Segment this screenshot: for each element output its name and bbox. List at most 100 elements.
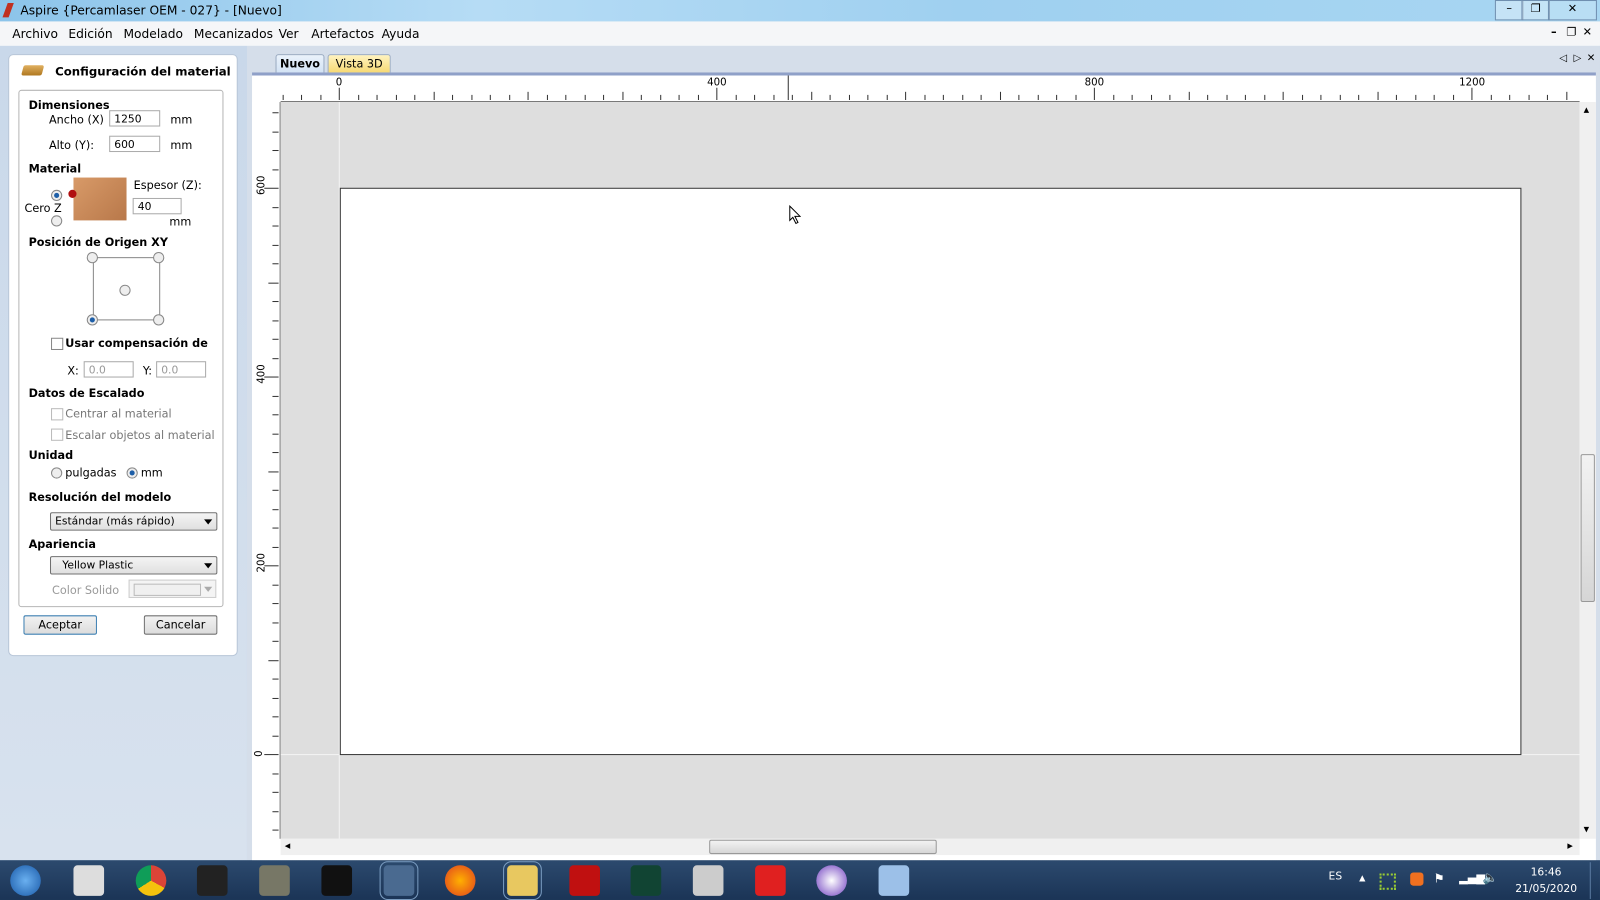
snipping-tool-icon[interactable]: [692, 865, 724, 896]
accept-button[interactable]: Aceptar: [23, 615, 97, 635]
menu-bar: Archivo Edición Modelado Mecanizados Ver…: [0, 21, 1600, 46]
acrobat-icon[interactable]: [568, 865, 600, 896]
origin-bottom-left-radio[interactable]: [86, 314, 98, 326]
thickness-label: Espesor (Z):: [133, 178, 202, 192]
clock-time[interactable]: 16:46: [1531, 866, 1562, 878]
app-red-m-icon[interactable]: [754, 865, 786, 896]
ruler-tick: [1150, 94, 1152, 100]
scroll-right-icon[interactable]: ▶: [1567, 842, 1573, 850]
ruler-tick: [272, 810, 279, 812]
center-material-checkbox[interactable]: [51, 408, 64, 421]
resolution-select[interactable]: Estándar (más rápido): [49, 512, 218, 531]
avast-icon[interactable]: [1410, 872, 1424, 886]
language-indicator[interactable]: ES: [1329, 870, 1343, 882]
aspire-logo-icon: [2, 3, 14, 18]
width-input[interactable]: 1250: [109, 110, 161, 127]
vertical-scrollbar[interactable]: ▲ ▼: [1579, 102, 1596, 839]
show-desktop-button[interactable]: [1589, 862, 1600, 899]
horizontal-scroll-thumb[interactable]: [709, 839, 937, 855]
offset-checkbox[interactable]: [51, 337, 64, 350]
firefox-icon[interactable]: [445, 865, 476, 896]
mdi-close-button[interactable]: ✕: [1583, 26, 1592, 39]
origin-top-left-radio[interactable]: [86, 252, 98, 264]
ruler-tick: [470, 94, 472, 100]
inches-radio[interactable]: [51, 467, 63, 479]
ruler-tick: [735, 94, 737, 100]
ruler-tick: [272, 621, 279, 623]
tray-app-icon[interactable]: [1379, 873, 1396, 890]
ruler-tick: [565, 94, 567, 100]
close-tab-icon[interactable]: ✕: [1587, 53, 1596, 64]
thickness-input[interactable]: 40: [132, 197, 182, 215]
height-input[interactable]: 600: [109, 135, 161, 153]
ruler-tick: [1565, 91, 1567, 100]
ruler-tick: [272, 772, 279, 774]
origin-top-right-radio[interactable]: [153, 252, 165, 264]
ruler-tick: [829, 94, 831, 100]
menu-ver[interactable]: Ver: [279, 27, 299, 41]
volume-icon[interactable]: 🔈: [1483, 870, 1498, 884]
horizontal-scrollbar[interactable]: ◀ ▶: [280, 838, 1580, 856]
mdi-minimize-button[interactable]: –: [1551, 26, 1557, 39]
calculator-icon[interactable]: [878, 865, 910, 896]
gimp-icon[interactable]: [259, 865, 290, 896]
center-material-label: Centrar al material: [65, 407, 172, 421]
ruler-tick: [584, 94, 586, 100]
ruler-tick: [1395, 94, 1397, 100]
minimize-button[interactable]: –: [1494, 0, 1524, 21]
tab-scroll-left-icon[interactable]: ◁: [1559, 53, 1567, 64]
appearance-select[interactable]: Yellow Plastic: [49, 556, 218, 575]
ruler-tick: [272, 319, 279, 321]
tab-vista-3d[interactable]: Vista 3D: [327, 54, 391, 74]
origin-center-radio[interactable]: [119, 284, 131, 296]
ruler-tick: [1112, 94, 1114, 100]
cursor-ruler-marker: [787, 75, 789, 100]
solid-color-picker[interactable]: [128, 579, 217, 598]
vertical-scroll-thumb[interactable]: [1580, 454, 1595, 603]
menu-edicion[interactable]: Edición: [68, 27, 112, 41]
origin-bottom-right-radio[interactable]: [153, 314, 165, 326]
file-explorer-icon[interactable]: [502, 861, 542, 900]
zero-z-bottom-radio[interactable]: [51, 215, 63, 227]
cancel-button[interactable]: Cancelar: [143, 615, 218, 635]
offset-label: Usar compensación de or: [65, 336, 211, 350]
ruler-tick: [999, 91, 1001, 100]
show-hidden-icons-icon[interactable]: ▲: [1359, 873, 1365, 882]
clock-date[interactable]: 21/05/2020: [1515, 883, 1577, 895]
printer-icon[interactable]: [73, 865, 105, 896]
menu-artefactos[interactable]: Artefactos: [311, 27, 374, 41]
ruler-tick: [1207, 94, 1209, 100]
tab-scroll-right-icon[interactable]: ▷: [1573, 53, 1581, 64]
zero-z-top-radio[interactable]: [51, 189, 63, 202]
menu-archivo[interactable]: Archivo: [12, 27, 58, 41]
chevron-down-icon: [204, 586, 213, 592]
scroll-left-icon[interactable]: ◀: [285, 842, 291, 850]
ruler-tick: [1037, 94, 1039, 100]
menu-ayuda[interactable]: Ayuda: [382, 27, 420, 41]
chrome-icon[interactable]: [135, 865, 167, 896]
ruler-tick: [1301, 94, 1303, 100]
inkscape-icon[interactable]: [197, 865, 228, 896]
ruler-tick: [272, 357, 279, 359]
menu-modelado[interactable]: Modelado: [123, 27, 183, 41]
scroll-down-icon[interactable]: ▼: [1584, 826, 1590, 834]
mdi-restore-button[interactable]: ❐: [1566, 26, 1576, 39]
action-center-flag-icon[interactable]: ⚑: [1434, 871, 1445, 885]
close-button[interactable]: ✕: [1547, 0, 1597, 21]
scroll-up-icon[interactable]: ▲: [1584, 106, 1590, 114]
appearance-heading: Apariencia: [28, 537, 96, 552]
offset-x-input[interactable]: 0.0: [83, 361, 134, 378]
ruler-tick: [272, 225, 279, 227]
offset-y-input[interactable]: 0.0: [156, 361, 207, 378]
start-orb-icon[interactable]: [10, 865, 41, 896]
tab-nuevo[interactable]: Nuevo: [275, 54, 325, 74]
scale-objects-checkbox[interactable]: [51, 428, 64, 441]
aspire-icon[interactable]: [379, 861, 418, 900]
app-x-icon[interactable]: [321, 865, 352, 896]
network-signal-icon[interactable]: ▂▄▆: [1459, 871, 1485, 884]
app-green-icon[interactable]: [630, 865, 662, 896]
menu-mecanizados[interactable]: Mecanizados: [194, 27, 273, 41]
restore-button[interactable]: ❐: [1521, 0, 1550, 21]
resolution-heading: Resolución del modelo: [28, 490, 172, 505]
mm-radio[interactable]: [126, 467, 138, 479]
